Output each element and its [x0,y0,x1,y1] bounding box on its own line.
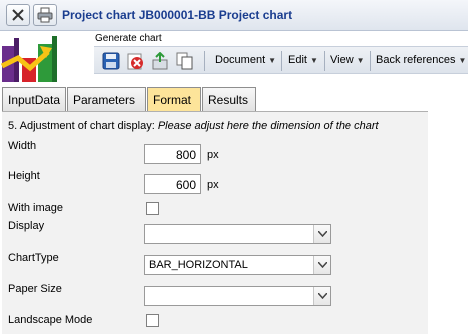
height-label: Height [8,170,40,182]
width-input[interactable]: 800 [144,144,201,164]
height-unit: px [207,179,219,191]
print-button[interactable] [33,4,57,26]
title-bar: Project chart JB000001-BB Project chart [0,0,468,31]
dropdown-button[interactable] [313,225,330,243]
chevron-down-icon: ▼ [458,56,467,65]
format-panel: 5. Adjustment of chart display: Please a… [2,111,428,334]
toolbar-separator [324,51,325,71]
delete-icon[interactable] [126,52,144,70]
section-heading-note: Please adjust here the dimension of the … [157,120,379,132]
landscape-mode-label: Landscape Mode [8,314,93,326]
landscape-mode-checkbox[interactable] [146,314,159,327]
section-heading: 5. Adjustment of chart display: Please a… [8,120,379,132]
paper-size-select[interactable] [144,286,331,306]
chevron-down-icon: ▼ [309,56,318,65]
export-icon[interactable] [151,51,169,70]
dropdown-button[interactable] [313,256,330,274]
tab-format[interactable]: Format [147,87,201,111]
chevron-down-icon: ▼ [356,56,365,65]
save-icon[interactable] [102,52,120,70]
toolbar-separator [204,51,205,71]
toolbar: Document ▼ Edit ▼ View ▼ Back references ▼ [94,46,468,74]
toolbar-separator [281,51,282,71]
toolbar-separator [370,51,371,71]
chart-type-label: ChartType [8,252,59,264]
chart-logo-icon [0,32,92,84]
width-label: Width [8,140,37,152]
menu-view[interactable]: View ▼ [330,54,365,66]
tab-results[interactable]: Results [202,87,256,111]
menu-document[interactable]: Document ▼ [215,54,276,66]
tab-parameters[interactable]: Parameters [67,87,146,111]
width-unit: px [207,149,219,161]
tab-bar: InputData Parameters Format Results [0,87,468,111]
with-image-label: With image [8,202,64,214]
window-title: Project chart JB000001-BB Project chart [62,8,293,22]
menu-back-references[interactable]: Back references ▼ [376,54,466,66]
paper-size-label: Paper Size [8,283,62,295]
with-image-checkbox[interactable] [146,202,159,215]
copy-icon[interactable] [176,52,194,70]
dropdown-button[interactable] [313,287,330,305]
chevron-down-icon: ▼ [268,56,277,65]
section-label: Generate chart [95,33,162,44]
chart-type-select[interactable]: BAR_HORIZONTAL [144,255,331,275]
display-label: Display [8,220,45,232]
tab-input-data[interactable]: InputData [2,87,66,111]
chart-type-select-value: BAR_HORIZONTAL [149,259,248,271]
height-input[interactable]: 600 [144,174,201,194]
menu-edit[interactable]: Edit ▼ [288,54,318,66]
close-button[interactable] [6,4,30,26]
display-select[interactable] [144,224,331,244]
